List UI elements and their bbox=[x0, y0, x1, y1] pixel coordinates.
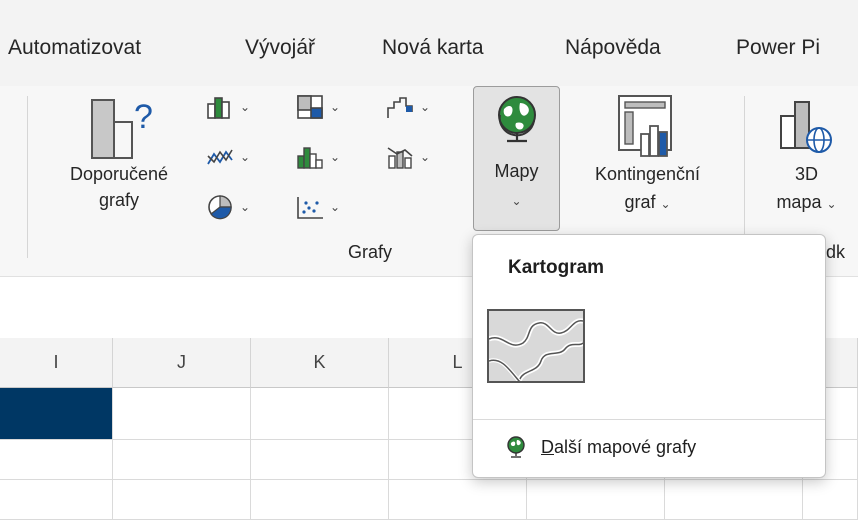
maps-button-label: Mapy bbox=[494, 161, 539, 181]
histogram-chart-icon bbox=[297, 147, 323, 169]
cell[interactable] bbox=[0, 440, 113, 480]
line-chart-button[interactable]: ⌄ bbox=[205, 142, 250, 172]
ribbon-tab-strip: Automatizovat Vývojář Nová karta Nápověd… bbox=[0, 0, 858, 86]
column-chart-icon bbox=[207, 97, 230, 119]
group-label-grafy: Grafy bbox=[347, 242, 392, 262]
chevron-down-icon: ⌄ bbox=[240, 200, 251, 214]
3d-map-label-2-wrap: mapa ⌄ bbox=[755, 192, 858, 213]
waterfall-chart-button[interactable]: ⌄ bbox=[385, 92, 430, 122]
maps-button[interactable]: Mapy ⌄ bbox=[473, 86, 560, 231]
cell[interactable] bbox=[803, 480, 858, 520]
line-chart-icon bbox=[207, 149, 233, 165]
recommended-charts-label-1: Doporučené bbox=[69, 164, 169, 184]
cell[interactable] bbox=[0, 480, 113, 520]
recommended-charts-icon: ? bbox=[91, 98, 153, 159]
tab-automatizovat[interactable]: Automatizovat bbox=[8, 36, 141, 60]
cell[interactable] bbox=[113, 480, 251, 520]
cell[interactable] bbox=[527, 480, 665, 520]
maps-chevron: ⌄ bbox=[474, 189, 559, 210]
column-header-j[interactable]: J bbox=[113, 338, 251, 388]
3d-map-label-2: mapa bbox=[776, 192, 822, 212]
recommended-charts-label-2: grafy bbox=[98, 190, 140, 210]
3d-map-button[interactable]: 3D mapa ⌄ bbox=[755, 90, 858, 230]
waterfall-chart-icon bbox=[387, 97, 413, 118]
combo-chart-button[interactable]: ⌄ bbox=[385, 142, 430, 172]
chevron-down-icon: ⌄ bbox=[420, 100, 431, 114]
more-map-charts-accelerator: D bbox=[541, 436, 554, 457]
maps-dropdown-menu: Kartogram Další mapové grafy bbox=[472, 234, 826, 478]
globe-icon bbox=[498, 96, 536, 143]
cell[interactable] bbox=[113, 388, 251, 440]
chevron-down-icon: ⌄ bbox=[330, 150, 341, 164]
clipped-group-label: dk bbox=[826, 242, 846, 262]
cell[interactable] bbox=[251, 440, 389, 480]
cell[interactable] bbox=[113, 440, 251, 480]
globe-icon bbox=[507, 436, 525, 458]
chevron-down-icon: ⌄ bbox=[330, 100, 341, 114]
scatter-chart-icon bbox=[297, 197, 323, 219]
chevron-down-icon: ⌄ bbox=[420, 150, 431, 164]
column-header-i[interactable]: I bbox=[0, 338, 113, 388]
recommended-charts-button[interactable]: ? Doporučené grafy bbox=[48, 90, 190, 230]
pivot-chart-button[interactable]: Kontingenční graf ⌄ bbox=[565, 90, 730, 230]
filled-map-icon bbox=[488, 311, 585, 383]
pivot-chart-label-2-wrap: graf ⌄ bbox=[565, 192, 730, 213]
more-map-charts-item[interactable]: Další mapové grafy bbox=[505, 431, 696, 463]
combo-chart-icon bbox=[387, 147, 413, 169]
tab-napoveda[interactable]: Nápověda bbox=[565, 36, 661, 60]
3d-map-icon bbox=[780, 101, 832, 153]
dropdown-section-title: Kartogram bbox=[508, 257, 605, 278]
chevron-down-icon: ⌄ bbox=[826, 197, 837, 211]
tab-nova-karta[interactable]: Nová karta bbox=[382, 36, 484, 60]
cell[interactable] bbox=[665, 480, 803, 520]
tab-power-pivot[interactable]: Power Pi bbox=[736, 36, 820, 60]
pivot-chart-icon bbox=[618, 95, 672, 157]
more-map-charts-text: alší mapové grafy bbox=[554, 436, 697, 457]
scatter-chart-button[interactable]: ⌄ bbox=[295, 192, 340, 222]
cell[interactable] bbox=[389, 480, 527, 520]
ribbon-left-divider bbox=[27, 96, 28, 258]
chevron-down-icon: ⌄ bbox=[240, 100, 251, 114]
dropdown-divider bbox=[473, 419, 825, 420]
cell[interactable] bbox=[251, 480, 389, 520]
chevron-down-icon: ⌄ bbox=[240, 150, 251, 164]
treemap-chart-icon bbox=[297, 95, 323, 119]
filled-map-option[interactable] bbox=[487, 309, 585, 383]
column-chart-button[interactable]: ⌄ bbox=[205, 92, 250, 122]
cell[interactable] bbox=[251, 388, 389, 440]
column-header-k[interactable]: K bbox=[251, 338, 389, 388]
pie-chart-icon bbox=[208, 195, 232, 220]
3d-map-label-1: 3D bbox=[794, 164, 818, 184]
svg-text:?: ? bbox=[134, 98, 153, 136]
selected-cell[interactable] bbox=[0, 388, 113, 440]
more-map-charts-label: Další mapové grafy bbox=[541, 437, 696, 458]
tab-vyvojar[interactable]: Vývojář bbox=[245, 36, 315, 60]
chevron-down-icon: ⌄ bbox=[660, 197, 671, 211]
hierarchy-chart-button[interactable]: ⌄ bbox=[295, 92, 340, 122]
pivot-chart-label-2: graf bbox=[624, 192, 656, 212]
statistic-chart-button[interactable]: ⌄ bbox=[295, 142, 340, 172]
chevron-down-icon: ⌄ bbox=[330, 200, 341, 214]
chevron-down-icon: ⌄ bbox=[511, 194, 522, 208]
pivot-chart-label-1: Kontingenční bbox=[594, 164, 701, 184]
pie-chart-button[interactable]: ⌄ bbox=[205, 192, 250, 222]
